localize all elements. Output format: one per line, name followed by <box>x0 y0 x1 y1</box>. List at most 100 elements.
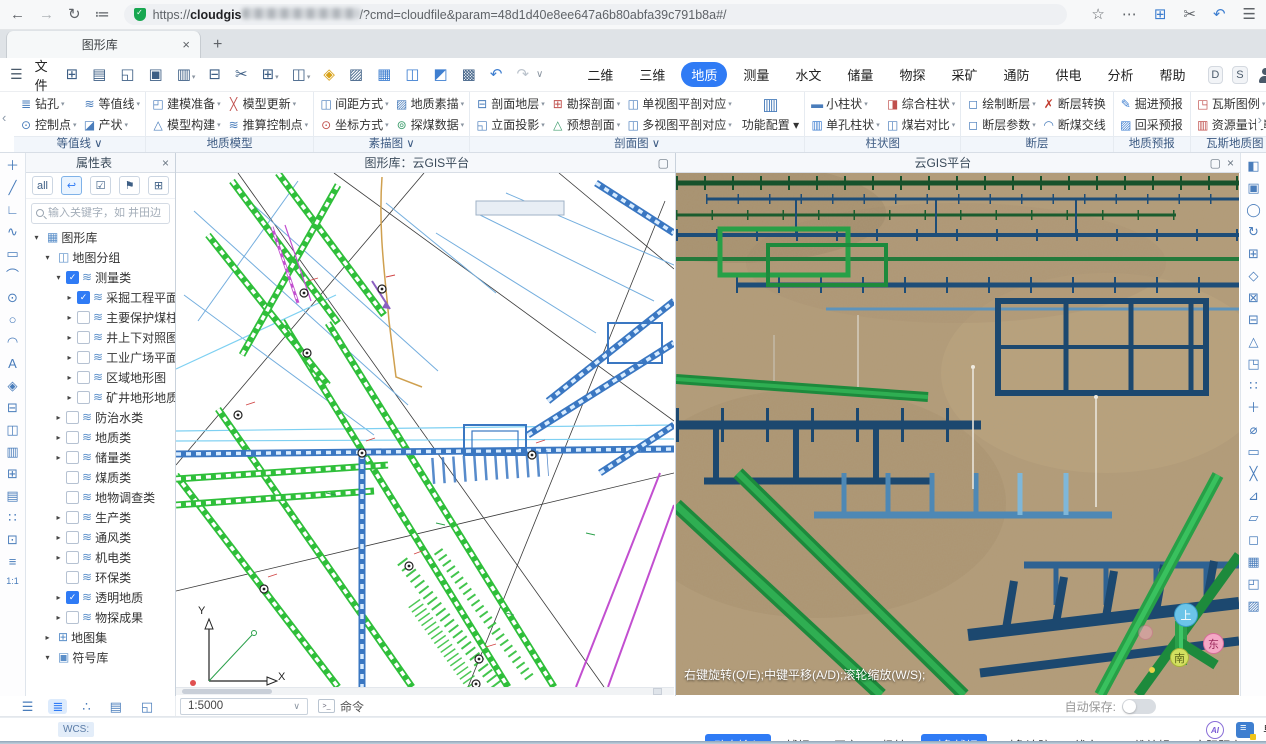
menu-tab[interactable]: 分析 <box>1098 62 1144 87</box>
quick-access-button[interactable]: ▨ <box>349 67 364 82</box>
menu-tab[interactable]: 二维 <box>577 62 623 87</box>
ribbon-button[interactable]: ⊙控制点▾ <box>16 116 80 133</box>
browser-tab[interactable]: 图形库 × <box>6 31 201 58</box>
draw-tool-icon[interactable]: ▥ <box>6 445 18 458</box>
ribbon-button[interactable]: ≋等值线▾ <box>80 95 144 112</box>
panel-close-icon[interactable]: × <box>1227 156 1234 170</box>
panel-close-icon[interactable]: × <box>162 156 169 170</box>
tree-item[interactable]: ▾ ▣ 符号库 <box>26 647 175 667</box>
tree-item[interactable]: ▸ ≋ 区域地形图 <box>26 367 175 387</box>
view-tool-icon[interactable]: ⌀ <box>1250 423 1258 436</box>
sidebar-view-button[interactable]: ≣ <box>48 699 67 714</box>
ribbon-button[interactable]: ▨地质素描▾ <box>392 95 468 112</box>
tree-checkbox[interactable] <box>66 531 79 544</box>
tree-expand-icon[interactable]: ▸ <box>54 553 63 562</box>
menu-tab[interactable]: 物探 <box>889 62 935 87</box>
view-tool-icon[interactable]: ↻ <box>1248 225 1259 238</box>
quick-access-button[interactable]: ◩ <box>433 67 448 82</box>
layer-filter-button[interactable]: all <box>32 176 53 195</box>
ribbon-button[interactable]: ◪产状▾ <box>80 116 144 133</box>
ribbon-button[interactable]: ◰建模准备▾ <box>148 95 224 112</box>
ribbon-scroll-left-icon[interactable]: ‹ <box>2 110 6 125</box>
security-shield-icon[interactable] <box>134 8 146 21</box>
draw-tool-icon[interactable]: ≡ <box>9 555 17 568</box>
s-mode-button[interactable]: S <box>1232 66 1248 84</box>
tree-checkbox[interactable] <box>66 551 79 564</box>
url-bar[interactable]: https://cloudgis/?cmd=cloudfile&param=48… <box>124 4 1068 25</box>
ribbon-button[interactable]: ≋推算控制点▾ <box>224 116 312 133</box>
menu-tab[interactable]: 测量 <box>733 62 779 87</box>
snip-icon[interactable]: ✂ <box>1183 7 1196 22</box>
ribbon-group-label[interactable]: 素描图 ∨ <box>314 136 469 152</box>
tree-checkbox[interactable] <box>66 511 79 524</box>
ribbon-button[interactable]: ◻断层参数▾ <box>963 116 1039 133</box>
tree-expand-icon[interactable]: ▸ <box>65 353 74 362</box>
ribbon-button[interactable]: ◠断煤交线 <box>1039 116 1111 133</box>
quick-access-button[interactable]: ↷ <box>516 67 530 82</box>
d-mode-button[interactable]: D <box>1208 66 1224 84</box>
quick-access-button[interactable]: ✂ <box>235 67 249 82</box>
view-tool-icon[interactable]: ▱ <box>1249 511 1259 524</box>
tree-checkbox[interactable] <box>66 411 79 424</box>
gizmo-up-icon[interactable]: 上 <box>1174 603 1198 627</box>
sidebar-view-button[interactable]: ◱ <box>137 699 157 714</box>
ribbon-button[interactable]: ⊞勘探剖面▾ <box>548 95 624 112</box>
draw-tool-icon[interactable]: ◈ <box>8 379 18 392</box>
layer-filter-button[interactable]: ⚑ <box>119 176 140 195</box>
quick-access-button[interactable]: ◫ <box>405 67 420 82</box>
tree-expand-icon[interactable]: ▸ <box>54 613 63 622</box>
gizmo-south-icon[interactable]: 南 <box>1170 648 1189 667</box>
ai-assistant-button[interactable]: AI <box>1206 721 1224 739</box>
layer-filter-button[interactable]: ⊞ <box>148 176 169 195</box>
view-tool-icon[interactable]: ╳ <box>1250 467 1258 480</box>
tree-item[interactable]: ≋ 地物调查类 <box>26 487 175 507</box>
bookmark-bar-icon[interactable]: ≔ <box>95 7 110 22</box>
quick-access-button[interactable]: ▥▾ <box>177 67 196 82</box>
ribbon-button[interactable]: ◫多视图平剖对应▾ <box>623 116 735 133</box>
ribbon-button[interactable]: ≣钻孔▾ <box>16 95 80 112</box>
menu-tab[interactable]: 帮助 <box>1150 62 1196 87</box>
draw-tool-icon[interactable]: ◠ <box>7 335 18 348</box>
layer-filter-button[interactable]: ☑ <box>90 176 111 195</box>
ribbon-button[interactable]: ◫煤岩对比▾ <box>883 116 959 133</box>
draw-tool-icon[interactable]: 1:1 <box>6 577 19 586</box>
forward-icon[interactable]: → <box>39 7 54 22</box>
tree-expand-icon[interactable]: ▸ <box>54 533 63 542</box>
tree-expand-icon[interactable]: ▸ <box>54 433 63 442</box>
draw-tool-icon[interactable]: ＋ <box>6 159 19 172</box>
menu-tab[interactable]: 储量 <box>837 62 883 87</box>
tree-checkbox[interactable] <box>66 571 79 584</box>
tree-expand-icon[interactable]: ▸ <box>65 393 74 402</box>
menu-tab[interactable]: 采矿 <box>941 62 987 87</box>
ribbon-button[interactable]: △模型构建▾ <box>148 116 224 133</box>
tree-expand-icon[interactable]: ▾ <box>43 253 52 262</box>
tree-expand-icon[interactable]: ▸ <box>65 373 74 382</box>
file-menu[interactable]: 文件 <box>35 56 48 94</box>
view-tool-icon[interactable]: ▣ <box>1247 181 1259 194</box>
draw-tool-icon[interactable]: ⊡ <box>7 533 18 546</box>
tree-item[interactable]: ▸ ≋ 矿井地形地质图 <box>26 387 175 407</box>
view-tool-icon[interactable]: ＋ <box>1247 401 1260 414</box>
tree-expand-icon[interactable]: ▸ <box>54 513 63 522</box>
tree-item[interactable]: ▸ ≋ 工业广场平面图 <box>26 347 175 367</box>
ribbon-button[interactable]: ◻绘制断层▾ <box>963 95 1039 112</box>
view-tool-icon[interactable]: ∷ <box>1249 379 1257 392</box>
tree-item[interactable]: ▸ ≋ 储量类 <box>26 447 175 467</box>
menu-tab[interactable]: 地质 <box>681 62 727 87</box>
scrollbar-thumb[interactable] <box>182 689 272 694</box>
apps-grid-icon[interactable]: ⊞ <box>1154 7 1167 22</box>
sidebar-view-button[interactable]: ∴ <box>78 699 94 714</box>
ribbon-button[interactable]: ▨回采预报 <box>1116 116 1188 133</box>
tree-item[interactable]: ▸ ≋ 防治水类 <box>26 407 175 427</box>
ribbon-group-label[interactable]: 等值线 ∨ <box>14 136 145 152</box>
more-options-icon[interactable]: ⋯ <box>1122 7 1137 22</box>
quick-access-button[interactable]: ▩ <box>462 67 477 82</box>
view-tool-icon[interactable]: ◰ <box>1247 577 1259 590</box>
ribbon-button[interactable]: ◫单视图平剖对应▾ <box>623 95 735 112</box>
scale-select[interactable]: 1:5000 ∨ <box>180 698 308 715</box>
ribbon-button[interactable]: ⊙坐标方式▾ <box>316 116 392 133</box>
quick-access-button[interactable]: ⊟ <box>208 67 222 82</box>
tree-item[interactable]: ▸ ⊞ 地图集 <box>26 627 175 647</box>
function-config-button[interactable]: ▥功能配置 ▾ <box>737 92 804 136</box>
tree-checkbox[interactable] <box>77 291 90 304</box>
